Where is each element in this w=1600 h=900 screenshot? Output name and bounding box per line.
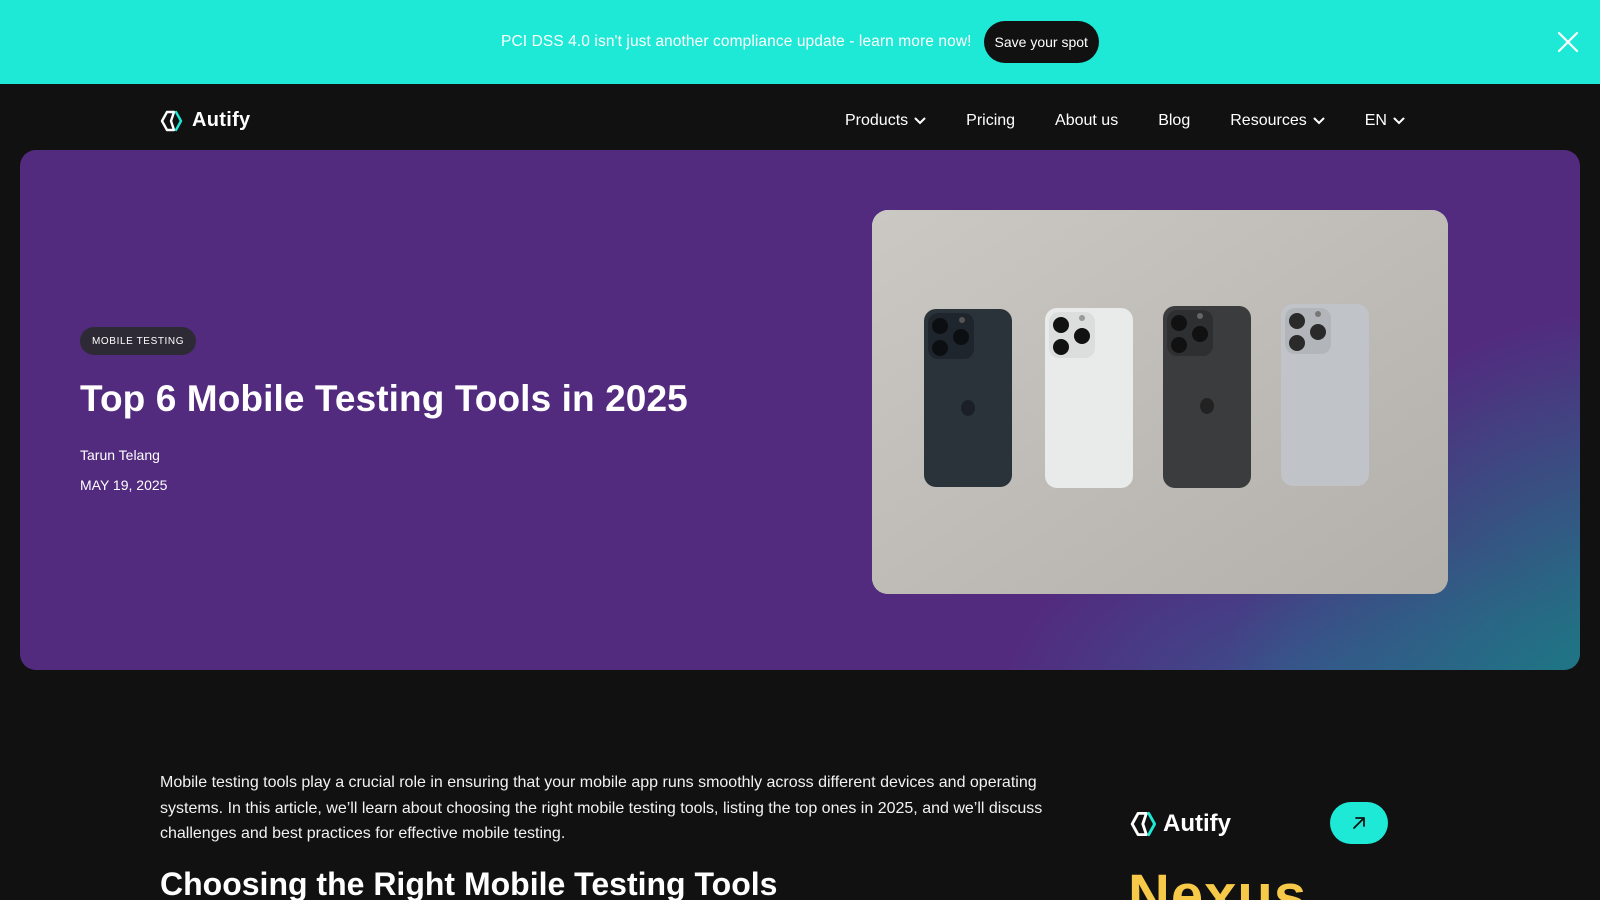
chevron-down-icon — [1313, 117, 1325, 125]
autify-logo-icon — [1130, 811, 1157, 837]
close-icon[interactable] — [1556, 30, 1580, 54]
announcement-text: PCI DSS 4.0 isn't just another complianc… — [501, 33, 972, 50]
logo-text: Autify — [192, 109, 251, 131]
phone-silver — [1281, 304, 1369, 486]
phones-photo — [872, 210, 1448, 594]
nav-item-label: Pricing — [966, 112, 1016, 129]
category-tag[interactable]: MOBILE TESTING — [80, 327, 197, 355]
language-selector[interactable]: EN — [1365, 112, 1405, 130]
promo-title: Nexus — [1128, 863, 1308, 900]
section-heading: Choosing the Right Mobile Testing Tools — [160, 866, 778, 900]
nav-item-label: Resources — [1230, 112, 1307, 129]
chevron-down-icon — [914, 117, 926, 125]
hero-image — [872, 210, 1448, 594]
save-your-spot-button[interactable]: Save your spot — [983, 21, 1099, 63]
autify-logo[interactable]: Autify — [160, 109, 250, 132]
phone-dark-blue — [924, 309, 1012, 487]
arrow-up-right-icon — [1353, 817, 1365, 829]
phone-white — [1045, 308, 1133, 488]
article-intro: Mobile testing tools play a crucial role… — [160, 774, 1043, 842]
article-hero: MOBILE TESTING Top 6 Mobile Testing Tool… — [20, 150, 1580, 670]
author-name: Tarun Telang — [80, 447, 160, 463]
nav-item-resources[interactable]: Resources — [1230, 112, 1325, 130]
promo-link-button[interactable] — [1330, 802, 1388, 844]
autify-logo-icon — [160, 110, 183, 131]
article-title: Top 6 Mobile Testing Tools in 2025 — [80, 378, 688, 419]
announcement-bar: PCI DSS 4.0 isn't just another complianc… — [0, 0, 1600, 84]
phone-black — [1163, 306, 1251, 488]
sidebar-autify-logo[interactable]: Autify — [1129, 810, 1231, 838]
nav-item-products[interactable]: Products — [845, 112, 926, 130]
nav-item-about-us[interactable]: About us — [1055, 112, 1118, 130]
nav-item-label: Products — [845, 112, 909, 129]
publish-date: MAY 19, 2025 — [80, 477, 168, 493]
site-header: Autify Products Pricing About us Blog Re… — [0, 84, 1600, 150]
nav-item-label: About us — [1055, 112, 1119, 129]
sidebar-logo-text: Autify — [1163, 810, 1231, 837]
nav-item-pricing[interactable]: Pricing — [966, 112, 1015, 130]
nav-item-label: Blog — [1158, 112, 1191, 129]
main-nav: Products Pricing About us Blog Resources… — [845, 112, 1405, 130]
nav-item-blog[interactable]: Blog — [1158, 112, 1190, 130]
chevron-down-icon — [1393, 117, 1405, 125]
language-label: EN — [1364, 112, 1387, 129]
